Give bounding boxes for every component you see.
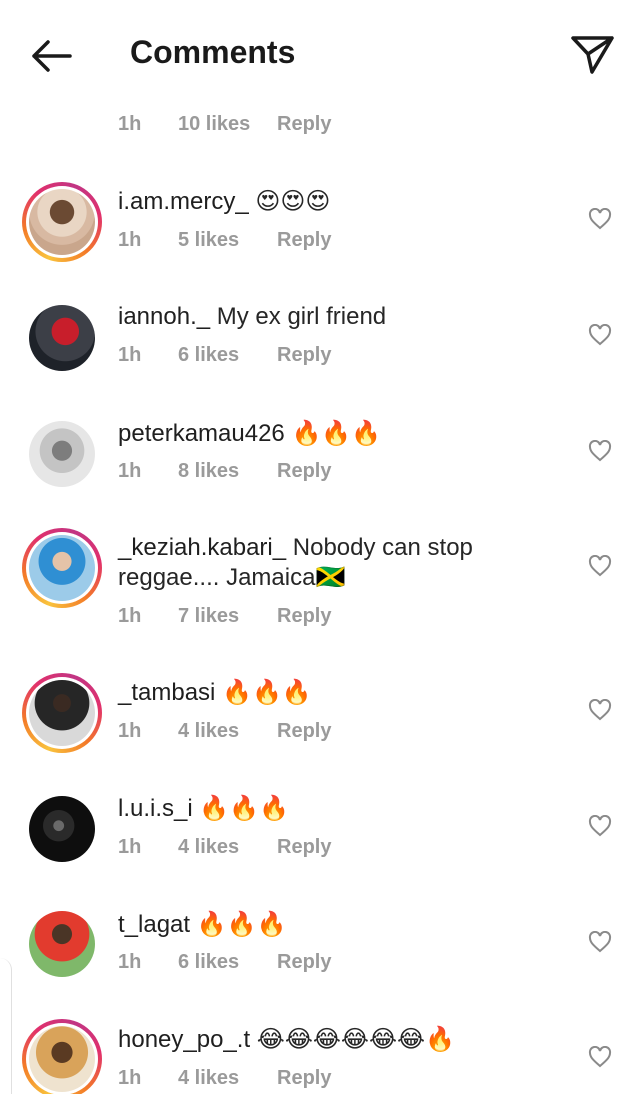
comment-meta: 1h 6 likes Reply bbox=[118, 344, 331, 367]
comment-meta: 1h 8 likes Reply bbox=[118, 460, 331, 483]
heart-icon[interactable] bbox=[588, 208, 612, 230]
comment-body: 🔥🔥🔥 bbox=[196, 910, 287, 938]
comment-text: t_lagat 🔥🔥🔥 bbox=[118, 909, 538, 940]
reply-button[interactable]: Reply bbox=[277, 460, 331, 483]
heart-icon[interactable] bbox=[588, 324, 612, 346]
comment-username[interactable]: i.am.mercy_ bbox=[118, 188, 249, 215]
comment-username[interactable]: _keziah.kabari_ bbox=[118, 534, 286, 561]
comment-time: 1h bbox=[118, 720, 142, 742]
heart-icon[interactable] bbox=[588, 815, 612, 837]
comment-username[interactable]: honey_po_.t bbox=[118, 1026, 250, 1053]
comment-text: i.am.mercy_ 😍😍😍 bbox=[118, 186, 538, 217]
comment-body: 😍😍😍 bbox=[255, 187, 331, 215]
page-title: Comments bbox=[130, 34, 296, 70]
heart-icon[interactable] bbox=[588, 931, 612, 953]
reply-button[interactable]: Reply bbox=[277, 1067, 331, 1090]
comment-text: _tambasi 🔥🔥🔥 bbox=[118, 677, 538, 708]
comment-text: l.u.i.s_i 🔥🔥🔥 bbox=[118, 793, 538, 824]
comment-likes[interactable]: 8 likes bbox=[178, 460, 277, 483]
comment-likes[interactable]: 6 likes bbox=[178, 344, 277, 367]
avatar[interactable] bbox=[22, 528, 102, 608]
comment-body: My ex girl friend bbox=[216, 303, 387, 330]
reply-button[interactable]: Reply bbox=[277, 113, 331, 136]
avatar[interactable] bbox=[22, 789, 102, 869]
comment-time: 1h bbox=[118, 836, 142, 858]
arrow-left-icon[interactable] bbox=[28, 36, 74, 76]
comment-time: 1h bbox=[118, 344, 142, 366]
comment-username[interactable]: t_lagat bbox=[118, 911, 190, 938]
comment-body: 🔥🔥🔥 bbox=[222, 678, 312, 706]
edge-handle[interactable] bbox=[0, 958, 12, 1094]
comment-body: 😂😂😂😂😂😂🔥 bbox=[256, 1025, 455, 1053]
comment-body: 🔥🔥🔥 bbox=[199, 794, 290, 822]
paper-plane-icon[interactable] bbox=[570, 32, 616, 76]
avatar[interactable] bbox=[22, 182, 102, 262]
comment-meta-partial: 1h 10 likes Reply bbox=[118, 113, 331, 136]
comment-text: _keziah.kabari_ Nobody can stop reggae..… bbox=[118, 533, 538, 593]
heart-icon[interactable] bbox=[588, 1046, 612, 1068]
comment-time: 1h bbox=[118, 605, 142, 627]
avatar[interactable] bbox=[22, 298, 102, 378]
heart-icon[interactable] bbox=[588, 440, 612, 462]
comment-meta: 1h 5 likes Reply bbox=[118, 229, 331, 252]
comments-header: Comments bbox=[0, 0, 617, 112]
comment-meta: 1h 4 likes Reply bbox=[118, 720, 331, 743]
comment-body: 🔥🔥🔥 bbox=[291, 419, 382, 447]
avatar[interactable] bbox=[22, 673, 102, 753]
comment-username[interactable]: l.u.i.s_i bbox=[118, 795, 193, 822]
comment-meta: 1h 7 likes Reply bbox=[118, 605, 331, 628]
comment-likes[interactable]: 4 likes bbox=[178, 720, 277, 743]
comment-username[interactable]: peterkamau426 bbox=[118, 420, 285, 447]
comment-text: iannoh._ My ex girl friend bbox=[118, 302, 538, 332]
reply-button[interactable]: Reply bbox=[277, 229, 331, 252]
comment-time: 1h bbox=[118, 460, 142, 482]
comment-text: peterkamau426 🔥🔥🔥 bbox=[118, 418, 538, 449]
avatar[interactable] bbox=[22, 1019, 102, 1094]
reply-button[interactable]: Reply bbox=[277, 605, 331, 628]
comment-likes[interactable]: 7 likes bbox=[178, 605, 277, 628]
comment-time: 1h bbox=[118, 113, 142, 135]
heart-icon[interactable] bbox=[588, 699, 612, 721]
comment-likes[interactable]: 6 likes bbox=[178, 951, 277, 974]
comment-time: 1h bbox=[118, 951, 142, 973]
comment-likes[interactable]: 4 likes bbox=[178, 1067, 277, 1090]
comment-username[interactable]: _tambasi bbox=[118, 679, 215, 706]
comment-username[interactable]: iannoh._ bbox=[118, 303, 210, 330]
heart-icon[interactable] bbox=[588, 555, 612, 577]
comment-meta: 1h 4 likes Reply bbox=[118, 1067, 331, 1090]
comment-time: 1h bbox=[118, 1067, 142, 1089]
reply-button[interactable]: Reply bbox=[277, 951, 331, 974]
reply-button[interactable]: Reply bbox=[277, 344, 331, 367]
reply-button[interactable]: Reply bbox=[277, 720, 331, 743]
reply-button[interactable]: Reply bbox=[277, 836, 331, 859]
comment-likes[interactable]: 4 likes bbox=[178, 836, 277, 859]
comment-text: honey_po_.t 😂😂😂😂😂😂🔥 bbox=[118, 1024, 538, 1055]
avatar[interactable] bbox=[22, 414, 102, 494]
comment-meta: 1h 6 likes Reply bbox=[118, 951, 331, 974]
comment-likes[interactable]: 10 likes bbox=[178, 113, 277, 136]
comment-time: 1h bbox=[118, 229, 142, 251]
avatar[interactable] bbox=[22, 904, 102, 984]
comment-meta: 1h 4 likes Reply bbox=[118, 836, 331, 859]
comment-likes[interactable]: 5 likes bbox=[178, 229, 277, 252]
